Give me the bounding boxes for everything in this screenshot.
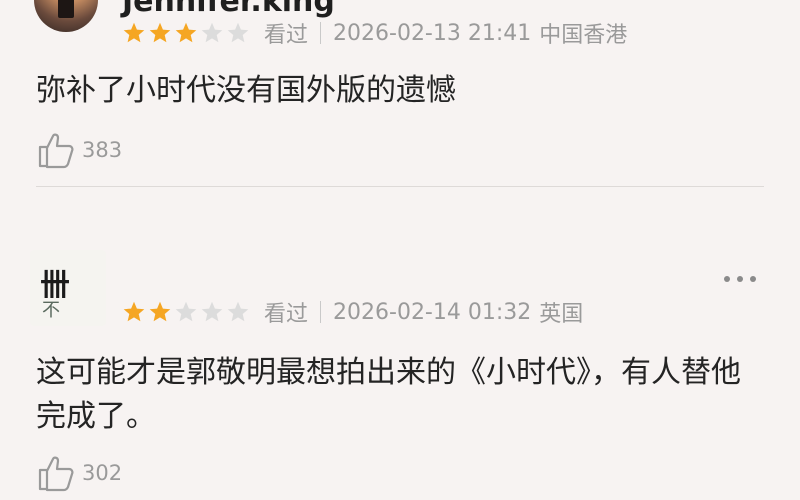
more-dots-icon[interactable] — [724, 0, 756, 2]
star-filled-icon — [123, 22, 145, 43]
star-empty-icon — [227, 301, 249, 322]
review-item: 卌 不 看过 2026-02-14 01:32 英国 这可能才是郭敬明最想拍出来… — [0, 240, 800, 500]
thumbs-up-icon — [38, 133, 74, 169]
review-text: 弥补了小时代没有国外版的遗憾 — [36, 73, 456, 108]
meta-divider — [320, 22, 322, 44]
review-location: 英国 — [539, 302, 584, 327]
star-empty-icon — [175, 301, 197, 322]
like-button[interactable]: 302 — [36, 453, 122, 493]
review-datetime: 2026-02-14 01:32 — [333, 299, 532, 325]
star-empty-icon — [201, 22, 223, 43]
review-datetime: 2026-02-13 21:41 — [333, 20, 532, 46]
watch-status: 看过 — [264, 23, 309, 48]
more-dots-icon[interactable] — [724, 274, 756, 284]
star-filled-icon — [175, 22, 197, 43]
star-empty-icon — [227, 22, 249, 43]
star-filled-icon — [123, 301, 145, 322]
avatar-mark-sub: 不 — [42, 300, 60, 321]
star-filled-icon — [149, 301, 171, 322]
like-count: 383 — [82, 138, 123, 162]
star-rating — [122, 300, 250, 324]
review-meta: 看过 2026-02-13 21:41 中国香港 — [122, 18, 627, 48]
review-location: 中国香港 — [539, 23, 628, 48]
review-text: 这可能才是郭敬明最想拍出来的《小时代》，有人替他完成了。 — [36, 355, 741, 434]
review-item: Jennifer.king 看过 2026-02-13 21:41 中国香港 弥… — [0, 0, 800, 187]
review-divider — [36, 186, 764, 187]
star-filled-icon — [149, 22, 171, 43]
avatar[interactable] — [34, 0, 98, 32]
watch-status: 看过 — [264, 302, 309, 327]
review-meta: 看过 2026-02-14 01:32 英国 — [122, 297, 583, 327]
star-rating — [122, 21, 250, 45]
like-count: 302 — [82, 461, 123, 485]
avatar[interactable]: 卌 不 — [30, 250, 106, 326]
star-empty-icon — [201, 301, 223, 322]
thumbs-up-icon — [38, 456, 74, 492]
like-button[interactable]: 383 — [36, 130, 122, 170]
meta-divider — [320, 301, 322, 323]
